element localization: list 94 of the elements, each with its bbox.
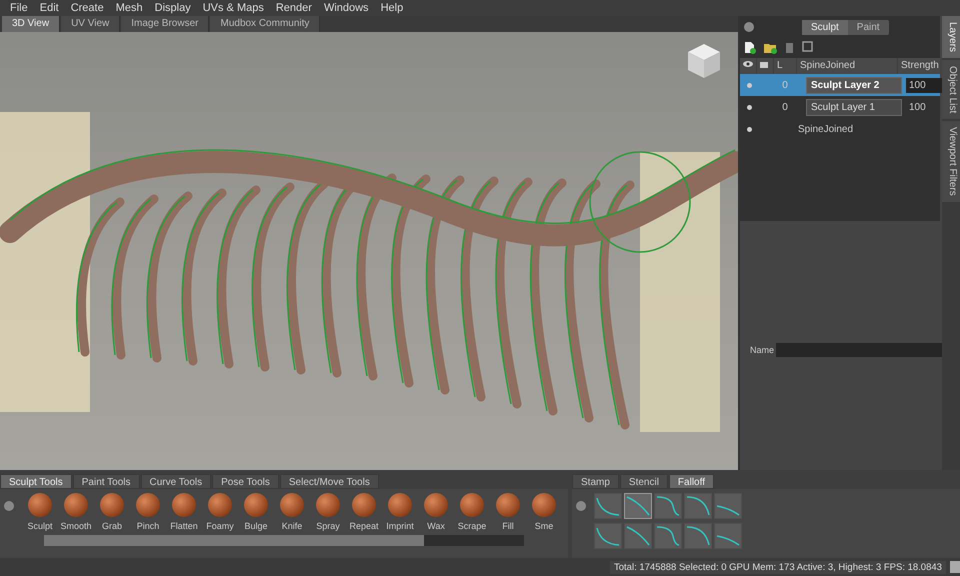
- brush-sphere-icon: [352, 493, 376, 517]
- status-indicator: [950, 561, 960, 573]
- side-tab[interactable]: Object List: [942, 60, 960, 120]
- brush-sphere-icon: [316, 493, 340, 517]
- menu-item[interactable]: Edit: [34, 2, 65, 14]
- tool-tab[interactable]: Curve Tools: [140, 474, 212, 489]
- mode-tab[interactable]: Paint: [848, 20, 889, 34]
- tool-button[interactable]: Knife: [274, 493, 310, 531]
- brush-sphere-icon: [424, 493, 448, 517]
- name-field[interactable]: [776, 343, 942, 357]
- menu-item[interactable]: Mesh: [110, 2, 149, 14]
- brush-sphere-icon: [244, 493, 268, 517]
- strength-field[interactable]: 100: [906, 78, 942, 92]
- column-header: L: [774, 58, 796, 74]
- falloff-curve-swatch[interactable]: [654, 523, 682, 549]
- status-text: Total: 1745888 Selected: 0 GPU Mem: 173 Active: 3, Highest: 3 FPS: 18.0843: [610, 560, 946, 574]
- column-header: Strength: [898, 58, 940, 74]
- menu-item[interactable]: Render: [270, 2, 318, 14]
- tray-tab[interactable]: Stamp: [572, 474, 619, 489]
- expand-icon[interactable]: [4, 501, 14, 511]
- tool-tab[interactable]: Paint Tools: [72, 474, 140, 489]
- tool-button[interactable]: Pinch: [130, 493, 166, 531]
- brush-sphere-icon: [460, 493, 484, 517]
- brush-sphere-icon: [388, 493, 412, 517]
- layer-row[interactable]: 0 Sculpt Layer 1 100: [740, 96, 940, 118]
- falloff-curve-swatch[interactable]: [714, 523, 742, 549]
- tool-tab[interactable]: Pose Tools: [212, 474, 279, 489]
- falloff-curve-swatch[interactable]: [624, 493, 652, 519]
- strength-field[interactable]: 100: [906, 100, 929, 114]
- tool-button[interactable]: Wax: [418, 493, 454, 531]
- tool-button[interactable]: Repeat: [346, 493, 382, 531]
- menu-item[interactable]: Create: [64, 2, 110, 14]
- menu-item[interactable]: Windows: [318, 2, 375, 14]
- brush-sphere-icon: [28, 493, 52, 517]
- tool-button[interactable]: Fill: [490, 493, 526, 531]
- folder-icon[interactable]: [764, 41, 777, 54]
- mode-tab[interactable]: Sculpt: [802, 20, 848, 34]
- new-layer-icon[interactable]: [744, 41, 756, 54]
- brush-sphere-icon: [532, 493, 556, 517]
- menu-item[interactable]: UVs & Maps: [196, 2, 270, 14]
- tool-button[interactable]: Spray: [310, 493, 346, 531]
- layer-row[interactable]: 0 Sculpt Layer 2 100: [740, 74, 940, 96]
- trash-icon[interactable]: [785, 41, 794, 53]
- tool-button[interactable]: Flatten: [166, 493, 202, 531]
- eye-icon[interactable]: [743, 60, 753, 68]
- layer-level: 0: [781, 102, 789, 112]
- view-tab[interactable]: 3D View: [2, 16, 60, 32]
- view-tab[interactable]: Mudbox Community: [210, 16, 320, 32]
- falloff-curve-swatch[interactable]: [594, 523, 622, 549]
- expand-icon[interactable]: [576, 501, 586, 511]
- tool-button[interactable]: Foamy: [202, 493, 238, 531]
- tool-button[interactable]: Smooth: [58, 493, 94, 531]
- tray-tab[interactable]: Stencil: [620, 474, 668, 489]
- view-tab[interactable]: UV View: [61, 16, 120, 32]
- tray-tab[interactable]: Falloff: [668, 474, 714, 489]
- falloff-curve-swatch[interactable]: [714, 493, 742, 519]
- layer-row[interactable]: SpineJoined: [740, 118, 940, 140]
- brush-sphere-icon: [496, 493, 520, 517]
- brush-sphere-icon: [208, 493, 232, 517]
- menu-item[interactable]: File: [4, 2, 34, 14]
- tool-button[interactable]: Sculpt: [22, 493, 58, 531]
- brush-sphere-icon: [100, 493, 124, 517]
- falloff-curve-swatch[interactable]: [684, 523, 712, 549]
- mesh-name[interactable]: SpineJoined: [798, 124, 902, 134]
- side-tab[interactable]: Layers: [942, 16, 960, 58]
- tool-tab[interactable]: Sculpt Tools: [0, 474, 72, 489]
- expand-icon[interactable]: [744, 22, 754, 32]
- visibility-dot[interactable]: [747, 126, 752, 132]
- brush-sphere-icon: [280, 493, 304, 517]
- column-header: SpineJoined: [797, 58, 897, 74]
- layer-name-button[interactable]: Sculpt Layer 2: [806, 76, 902, 94]
- tool-button[interactable]: Grab: [94, 493, 130, 531]
- tool-button[interactable]: Imprint: [382, 493, 418, 531]
- tool-tab[interactable]: Select/Move Tools: [280, 474, 379, 489]
- tool-button[interactable]: Sme: [526, 493, 562, 531]
- scrollbar[interactable]: [44, 535, 524, 546]
- brush-sphere-icon: [136, 493, 160, 517]
- brush-sphere-icon: [172, 493, 196, 517]
- layer-name-button[interactable]: Sculpt Layer 1: [806, 98, 902, 116]
- falloff-curve-swatch[interactable]: [684, 493, 712, 519]
- visibility-dot[interactable]: [747, 82, 752, 88]
- falloff-curve-swatch[interactable]: [654, 493, 682, 519]
- view-tab[interactable]: Image Browser: [121, 16, 210, 32]
- field-label: Name: [750, 345, 774, 355]
- side-tab[interactable]: Viewport Filters: [942, 121, 960, 202]
- layer-level: 0: [781, 80, 789, 90]
- falloff-curve-swatch[interactable]: [594, 493, 622, 519]
- visibility-dot[interactable]: [747, 104, 752, 110]
- menu-item[interactable]: Display: [148, 2, 197, 14]
- falloff-curve-swatch[interactable]: [624, 523, 652, 549]
- tool-button[interactable]: Bulge: [238, 493, 274, 531]
- brush-sphere-icon: [64, 493, 88, 517]
- menu-item[interactable]: Help: [374, 2, 410, 14]
- tool-button[interactable]: Scrape: [454, 493, 490, 531]
